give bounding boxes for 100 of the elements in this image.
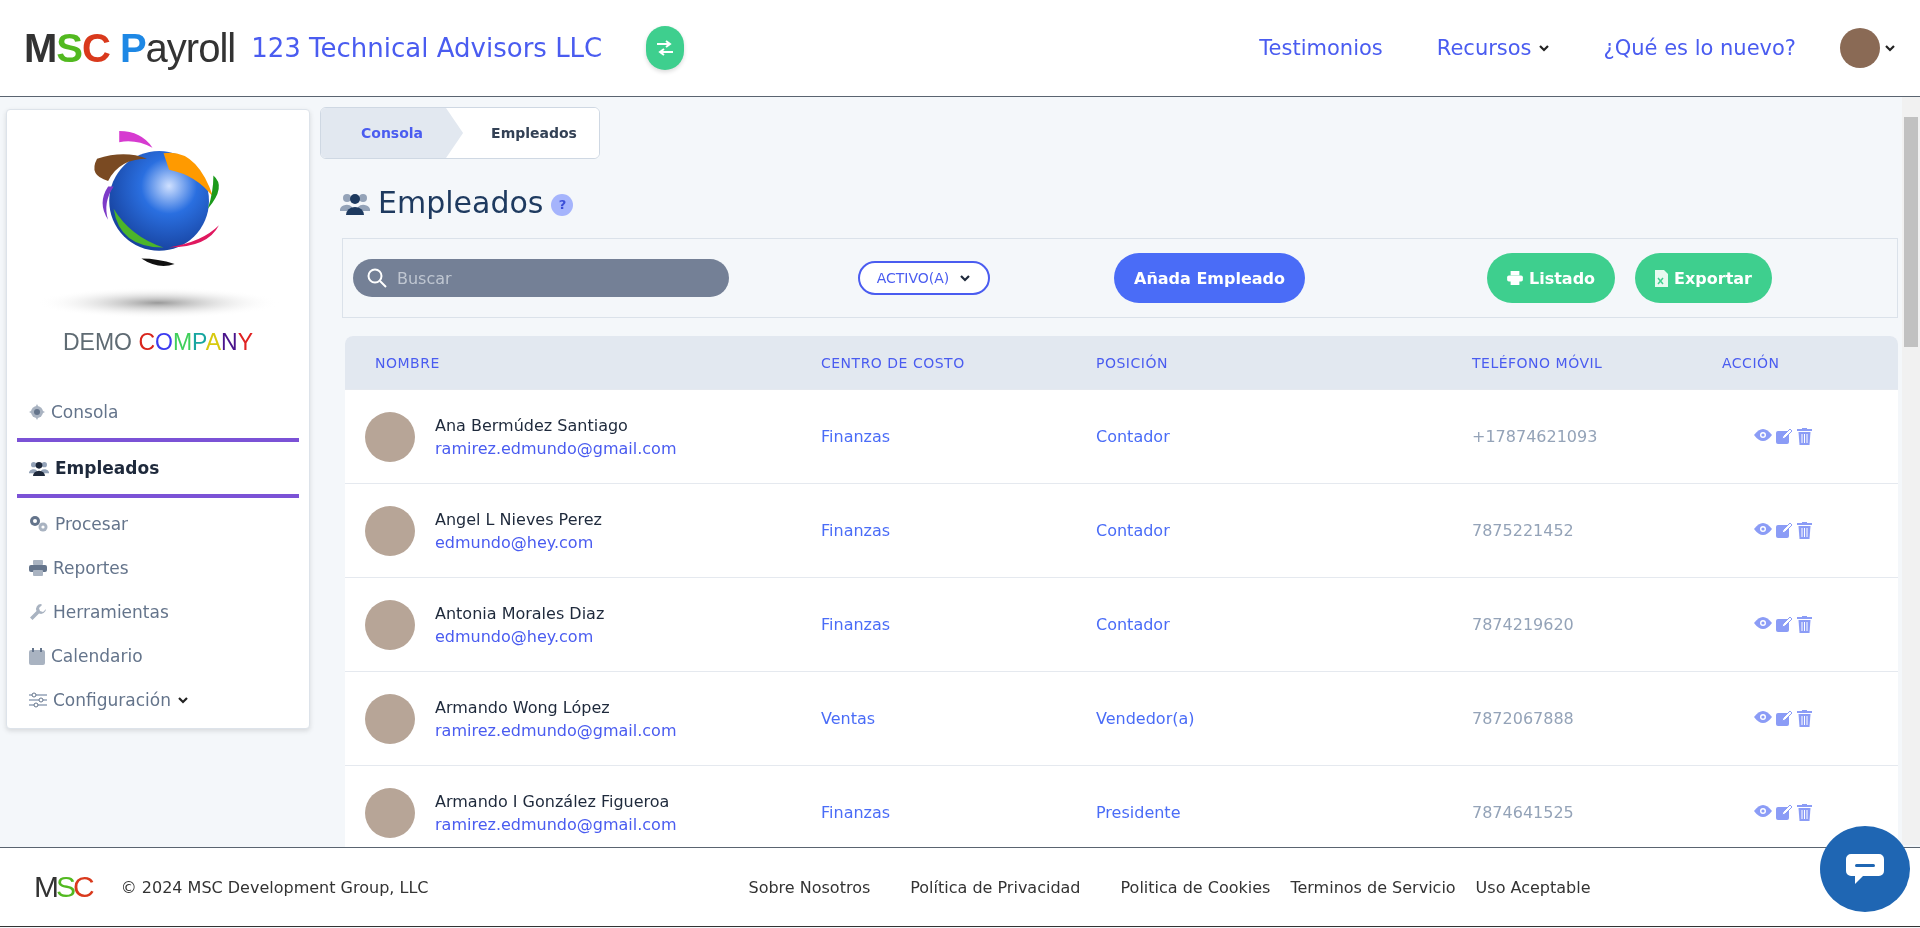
email-link[interactable]: edmundo@hey.com [435,532,602,552]
avatar-placeholder [365,787,415,838]
edit-button[interactable] [1776,710,1793,727]
position-cell-text: Presidente [1096,803,1182,822]
nav-link[interactable]: Testimonios [1259,36,1383,60]
delete-button[interactable] [1797,616,1812,633]
edit-button[interactable] [1776,428,1793,445]
employee-name: Antonia Morales Diaz [435,603,605,623]
email-link[interactable]: ramirez.edmundo@gmail.com [435,438,677,458]
app-logo[interactable]: MSC Payroll [24,25,236,71]
sidebar-item[interactable]: Configuración [17,678,299,722]
employee-name: Armando Wong López [435,697,611,717]
page-title: Empleados [378,185,544,220]
position-cell-text: Contador [1096,615,1171,634]
column-header: ACCIÓN [1722,354,1781,371]
phone-cell-text: 7875221452 [1472,521,1575,540]
cost-center-cell-text: Finanzas [821,521,892,540]
pencil-square-icon [1776,710,1793,727]
wrench-icon [29,603,47,621]
sliders-icon [29,692,47,708]
trash-icon [1797,616,1812,633]
column-header: POSICIÓN [1096,354,1169,371]
search-field[interactable]: Buscar [353,259,729,297]
trash-icon [1797,804,1812,821]
position-cell-text: Vendedor(a) [1096,709,1196,728]
edit-button[interactable] [1776,804,1793,821]
nav-link[interactable]: Recursos [1436,36,1550,60]
email-link[interactable]: ramirez.edmundo@gmail.com [435,814,677,834]
footer-link[interactable]: Uso Aceptable [1475,877,1591,897]
delete-button[interactable] [1797,428,1812,445]
add-employee-button[interactable]: Añada Empleado [1114,253,1306,303]
delete-button[interactable] [1797,710,1812,727]
copyright-text: © 2024 MSC Development Group, LLC [120,877,429,897]
sidebar-item[interactable]: Procesar [17,502,299,546]
avatar-placeholder [1840,28,1880,68]
calendar-icon [29,647,45,665]
position-cell-text: Contador [1096,521,1171,540]
cost-center-cell-text: Finanzas [821,427,892,446]
column-header: CENTRO DE COSTO [821,354,966,371]
footer-link[interactable]: Política de Privacidad [910,877,1081,897]
gears-icon [29,515,49,533]
sidebar-item[interactable]: Herramientas [17,590,299,634]
column-header: NOMBRE [374,354,441,371]
status-dropdown[interactable]: ACTIVO(A) [858,261,990,295]
footer-link[interactable]: Sobre Nosotros [748,877,871,897]
company-brand-text: DEMO COMPANY [62,329,254,356]
chevron-down-icon [177,694,189,706]
trash-icon [1797,710,1812,727]
chevron-down-icon [959,272,972,284]
cost-center-cell-text: Ventas [821,709,877,728]
switch-company-button[interactable] [646,26,685,70]
cost-center-cell-text: Finanzas [821,615,892,634]
cost-center-cell-text: Finanzas [821,803,892,822]
delete-button[interactable] [1797,804,1812,821]
edit-button[interactable] [1776,616,1793,633]
eye-icon [1754,428,1772,442]
position-cell-text: Contador [1096,427,1171,446]
delete-button[interactable] [1797,522,1812,539]
phone-cell-text: 7874219620 [1472,615,1575,634]
sidebar-item[interactable]: Calendario [17,634,299,678]
sidebar-item[interactable]: Consola [17,390,299,434]
sidebar-item[interactable]: Empleados [17,438,299,498]
printer-icon [29,560,47,576]
nav-link[interactable]: ¿Qué es lo nuevo? [1603,36,1796,60]
avatar-placeholder [365,693,415,744]
footer-link[interactable]: Politica de Cookies [1120,877,1271,897]
user-menu[interactable] [1840,28,1896,68]
scrollbar[interactable] [1902,97,1920,845]
help-badge[interactable]: ? [551,193,574,216]
pencil-square-icon [1776,522,1793,539]
trash-icon [1797,428,1812,445]
eye-icon [1754,616,1772,630]
footer-link[interactable]: Terminos de Servicio [1290,877,1456,897]
eye-icon [1754,522,1772,536]
breadcrumb-link[interactable]: Consola [321,108,464,158]
avatar-placeholder [365,411,415,462]
pencil-square-icon [1776,804,1793,821]
employee-name: Angel L Nieves Perez [435,509,602,529]
avatar-placeholder [365,505,415,556]
eye-icon [1754,710,1772,724]
swap-arrows-icon [656,40,675,56]
phone-cell-text: 7872067888 [1472,709,1575,728]
company-name: 123 Technical Advisors LLC [251,33,603,63]
gear-icon [29,404,45,420]
phone-cell-text: 7874641525 [1472,803,1575,822]
sidebar-item[interactable]: Reportes [17,546,299,590]
printer-icon [1507,271,1523,285]
column-header: TELÉFONO MÓVIL [1472,354,1604,371]
trash-icon [1797,522,1812,539]
spreadsheet-file-icon [1655,269,1669,287]
email-link[interactable]: ramirez.edmundo@gmail.com [435,720,677,740]
pencil-square-icon [1776,616,1793,633]
avatar-placeholder [365,599,415,650]
phone-cell-text: +17874621093 [1472,427,1599,446]
chevron-down-icon [1537,42,1550,54]
edit-button[interactable] [1776,522,1793,539]
employee-name: Armando I González Figueroa [435,791,671,811]
eye-icon [1754,804,1772,818]
employee-name: Ana Bermúdez Santiago [435,415,629,435]
email-link[interactable]: edmundo@hey.com [435,626,605,646]
